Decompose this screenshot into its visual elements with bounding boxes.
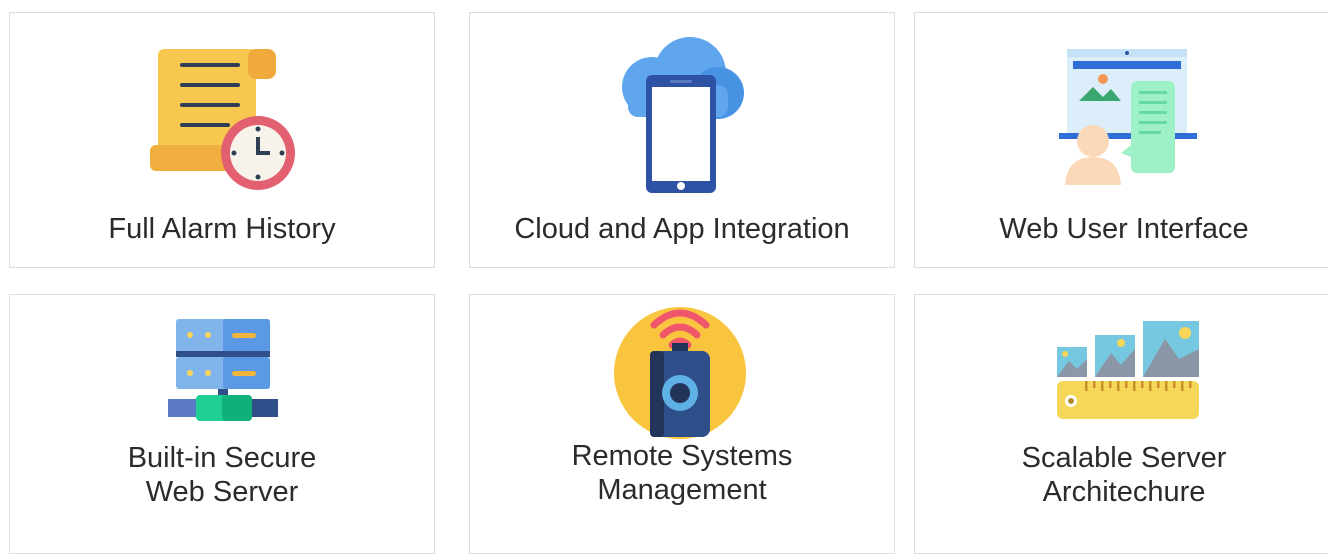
feature-card-cloud-app: Cloud and App Integration bbox=[469, 12, 895, 268]
feature-title: Built-in Secure Web Server bbox=[127, 442, 317, 508]
cloud-app-icon bbox=[622, 37, 744, 193]
secure-server-icon bbox=[168, 319, 278, 421]
feature-title: Web User Interface bbox=[999, 213, 1249, 245]
feature-card-web-ui: Web User Interface bbox=[914, 12, 1328, 268]
feature-title: Cloud and App Integration bbox=[514, 213, 850, 245]
feature-title: Scalable Server Architechure bbox=[1021, 442, 1227, 508]
feature-title: Full Alarm History bbox=[108, 213, 336, 245]
feature-card-scalable-architecture: Scalable Server Architechure bbox=[914, 294, 1328, 554]
feature-card-secure-server: Built-in Secure Web Server bbox=[9, 294, 435, 554]
alarm-history-icon bbox=[150, 49, 295, 190]
remote-management-icon bbox=[614, 307, 746, 439]
feature-title: Remote Systems Management bbox=[571, 440, 793, 506]
feature-card-remote-management: Remote Systems Management bbox=[469, 294, 895, 554]
scalable-architecture-icon bbox=[1057, 321, 1199, 419]
web-interface-icon bbox=[1059, 49, 1197, 185]
feature-card-alarm-history: Full Alarm History bbox=[9, 12, 435, 268]
